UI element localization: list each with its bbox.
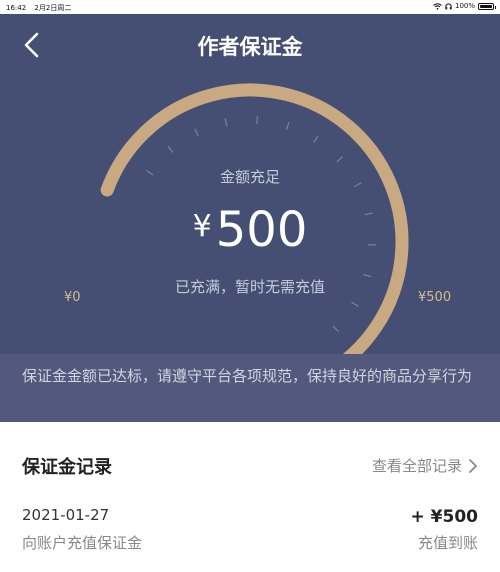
gauge-max-label: ¥500 bbox=[418, 290, 452, 305]
currency-symbol: ¥ bbox=[192, 209, 212, 244]
gauge-tick bbox=[313, 135, 319, 143]
battery-icon bbox=[478, 2, 496, 10]
wifi-icon bbox=[433, 2, 442, 10]
status-bar-left: 16:42 2月2日周二 bbox=[6, 3, 77, 13]
gauge-tick bbox=[194, 128, 199, 137]
deposit-notice: 保证金金额已达标，请遵守平台各项规范，保持良好的商品分享行为 bbox=[0, 354, 500, 422]
status-bar: 16:42 2月2日周二 100% bbox=[0, 0, 500, 14]
battery-percent: 100% bbox=[454, 2, 475, 10]
deposit-hero: 作者保证金 金额充足 ¥500 已充满，暂时无需充值 ¥0 ¥500 保证金金额… bbox=[0, 14, 500, 422]
status-time: 16:42 bbox=[6, 4, 27, 12]
status-date: 2月2日周二 bbox=[34, 4, 72, 12]
gauge-tick bbox=[332, 325, 340, 333]
record-description: 向账户充值保证金 bbox=[22, 534, 143, 552]
gauge-tick bbox=[336, 156, 344, 163]
gauge-tick bbox=[285, 121, 290, 130]
gauge-amount: ¥500 bbox=[0, 202, 500, 258]
records-title: 保证金记录 bbox=[22, 457, 112, 478]
view-all-label: 查看全部记录 bbox=[371, 457, 462, 475]
gauge-tick bbox=[167, 146, 174, 153]
deposit-records: 保证金记录 查看全部记录 2021-01-27 向账户充值保证金 + ¥500 … bbox=[0, 422, 500, 572]
deposit-amount: 500 bbox=[215, 202, 308, 258]
headphones-icon bbox=[445, 2, 452, 9]
gauge-status-text: 金额充足 bbox=[219, 168, 280, 186]
page-title: 作者保证金 bbox=[197, 35, 303, 59]
chevron-right-icon bbox=[469, 458, 477, 473]
record-status: 充值到账 bbox=[417, 534, 478, 552]
view-all-records-link[interactable]: 查看全部记录 bbox=[372, 455, 478, 476]
record-date: 2021-01-27 bbox=[22, 506, 110, 524]
gauge-tick bbox=[351, 301, 359, 307]
record-amount: + ¥500 bbox=[410, 507, 478, 527]
status-bar-right: 100% bbox=[433, 2, 496, 10]
gauge-min-label: ¥0 bbox=[64, 290, 81, 305]
gauge-tick bbox=[224, 118, 228, 127]
